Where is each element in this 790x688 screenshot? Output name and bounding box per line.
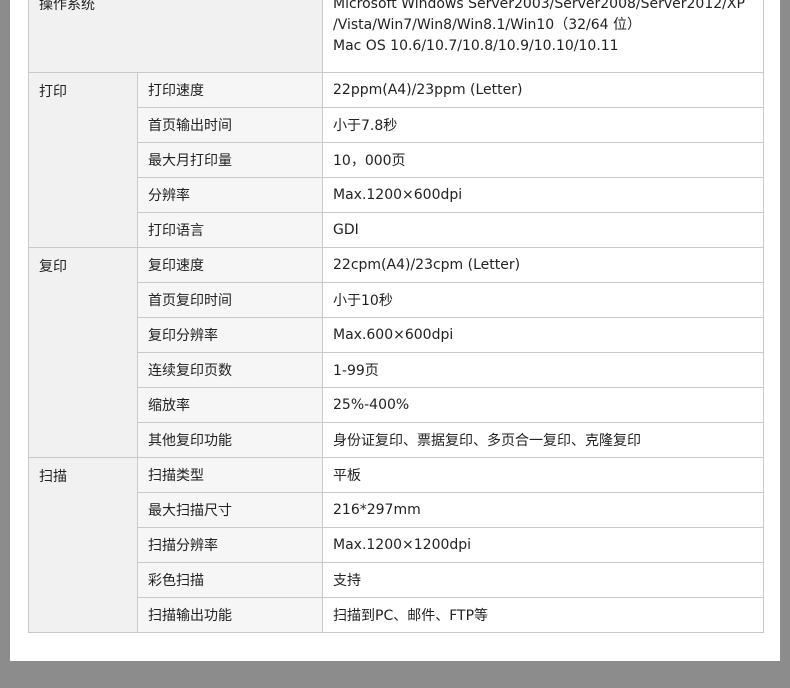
spec-value: Max.600×600dpi	[322, 317, 764, 353]
category-print: 打印	[28, 72, 138, 248]
category-copy: 复印	[28, 247, 138, 458]
table-row: 扫描分辨率 Max.1200×1200dpi	[29, 527, 764, 563]
spec-key: 缩放率	[137, 387, 323, 423]
table-row: 打印语言 GDI	[29, 212, 764, 248]
os-line: Mac OS 10.6/10.7/10.8/10.9/10.10/10.11	[333, 38, 619, 54]
spec-key: 最大扫描尺寸	[137, 492, 323, 528]
table-row: 复印分辨率 Max.600×600dpi	[29, 317, 764, 353]
spec-value: 216*297mm	[322, 492, 764, 528]
category-os: 操作系统	[28, 0, 323, 73]
spec-key: 打印速度	[137, 72, 323, 108]
table-row: 连续复印页数 1-99页	[29, 352, 764, 388]
spec-key: 扫描类型	[137, 457, 323, 493]
table-row: 打印 打印速度 22ppm(A4)/23ppm (Letter)	[28, 72, 764, 248]
os-value: Microsoft Windows Server2003/Server2008/…	[322, 0, 764, 73]
os-row: 操作系统 Microsoft Windows Server2003/Server…	[28, 0, 764, 73]
spec-key: 首页输出时间	[137, 107, 323, 143]
os-line: /Vista/Win7/Win8/Win8.1/Win10（32/64 位）	[333, 17, 641, 33]
spec-value: 平板	[322, 457, 764, 493]
category-scan: 扫描	[28, 457, 138, 633]
table-row: 扫描输出功能 扫描到PC、邮件、FTP等	[29, 597, 764, 633]
table-row: 分辨率 Max.1200×600dpi	[29, 177, 764, 213]
spec-key: 彩色扫描	[137, 562, 323, 598]
spec-value: 22ppm(A4)/23ppm (Letter)	[322, 72, 764, 108]
table-row: 最大月打印量 10，000页	[29, 142, 764, 178]
spec-key: 扫描分辨率	[137, 527, 323, 563]
table-row: 其他复印功能 身份证复印、票据复印、多页合一复印、克隆复印	[29, 422, 764, 458]
spec-value: 1-99页	[322, 352, 764, 388]
spec-value: 22cpm(A4)/23cpm (Letter)	[322, 247, 764, 283]
table-row: 扫描 扫描类型 平板	[28, 457, 764, 633]
spec-key: 首页复印时间	[137, 282, 323, 318]
spec-value: 小于10秒	[322, 282, 764, 318]
spec-value: GDI	[322, 212, 764, 248]
os-line: Microsoft Windows Server2003/Server2008/…	[333, 0, 745, 12]
spec-value: 支持	[322, 562, 764, 598]
spec-value: 10，000页	[322, 142, 764, 178]
spec-value: 身份证复印、票据复印、多页合一复印、克隆复印	[322, 422, 764, 458]
spec-table: 操作系统 Microsoft Windows Server2003/Server…	[28, 0, 764, 633]
table-row: 复印 复印速度 22cpm(A4)/23cpm (Letter)	[28, 247, 764, 458]
table-row: 首页输出时间 小于7.8秒	[29, 107, 764, 143]
spec-key: 打印语言	[137, 212, 323, 248]
table-row: 彩色扫描 支持	[29, 562, 764, 598]
spec-key: 最大月打印量	[137, 142, 323, 178]
spec-value: 25%-400%	[322, 387, 764, 423]
spec-key: 复印速度	[137, 247, 323, 283]
spec-value: 扫描到PC、邮件、FTP等	[322, 597, 764, 633]
table-row: 首页复印时间 小于10秒	[29, 282, 764, 318]
spec-key: 扫描输出功能	[137, 597, 323, 633]
spec-key: 连续复印页数	[137, 352, 323, 388]
table-row: 缩放率 25%-400%	[29, 387, 764, 423]
spec-key: 其他复印功能	[137, 422, 323, 458]
spec-key: 复印分辨率	[137, 317, 323, 353]
spec-value: Max.1200×600dpi	[322, 177, 764, 213]
spec-value: Max.1200×1200dpi	[322, 527, 764, 563]
spec-key: 分辨率	[137, 177, 323, 213]
spec-value: 小于7.8秒	[322, 107, 764, 143]
table-row: 最大扫描尺寸 216*297mm	[29, 492, 764, 528]
